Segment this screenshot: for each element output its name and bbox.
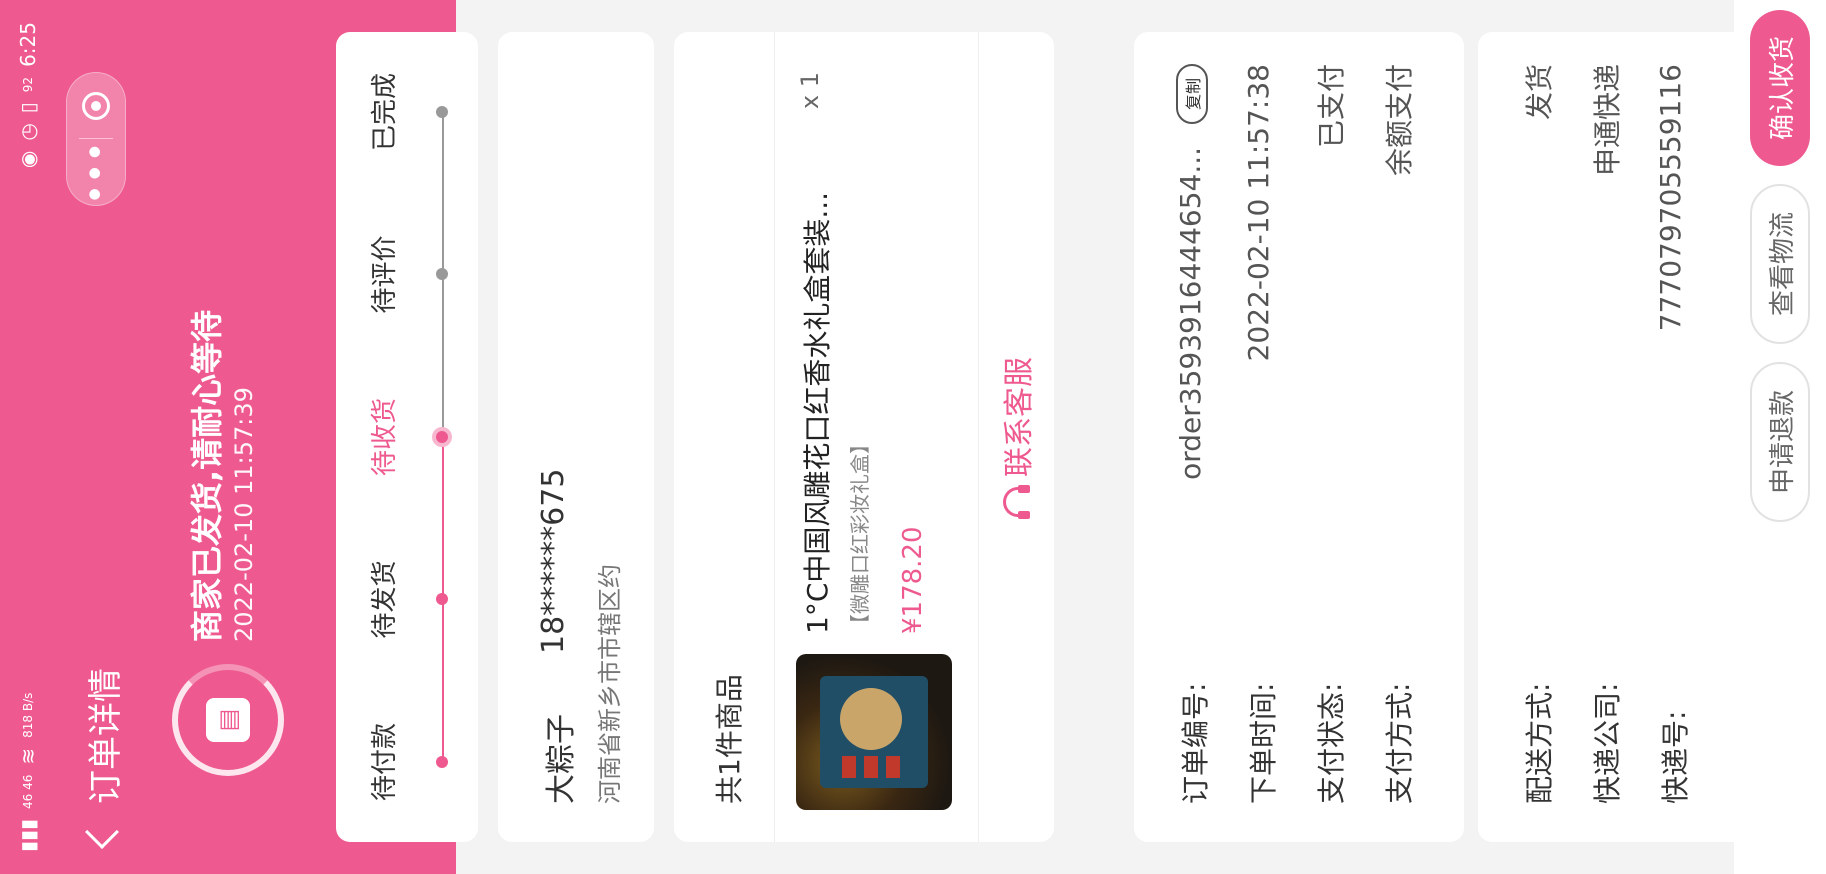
tracking-number-row: 快递号: 777079705559116 — [1654, 64, 1694, 804]
courier-company-value: 申通快递 — [1591, 64, 1624, 177]
clock-time: 6:25 — [16, 22, 40, 67]
order-status-time: 2022-02-10 11:57:39 — [230, 387, 258, 642]
order-info-card: 订单编号: order359391644465​4... 复制 下单时间: 20… — [1134, 32, 1464, 842]
order-number-value-wrap: order359391644465​4... 复制 — [1174, 64, 1208, 480]
vibrate-icon: ▯ — [16, 102, 40, 114]
wifi-icon: ≋ — [16, 747, 40, 765]
order-time-row: 下单时间: 2022-02-10 11:57:38 — [1242, 64, 1282, 804]
order-number-value: order359391644465​4... — [1174, 146, 1207, 480]
order-progress: 待付款 待发货 待收货 待评价 已完成 — [336, 32, 478, 842]
product-price: ¥178.20 — [898, 526, 928, 634]
delivery-method-label: 配送方式: — [1523, 682, 1556, 804]
pay-status-row: 支付状态: 已支付 — [1310, 64, 1350, 804]
goods-card: 共1件商品 1°C中国风雕花口红香水礼盒套装... x 1 【微雕口红彩妆礼盒】… — [674, 32, 1054, 842]
eye-icon: ◉ — [16, 150, 40, 169]
progress-step-dot — [436, 756, 448, 768]
product-spec: 【微雕口红彩妆礼盒】 — [848, 434, 872, 634]
goods-count: 共1件商品 — [713, 674, 746, 804]
progress-step-label: 待付款 — [370, 723, 400, 802]
receiver-name: 大粽子 — [544, 714, 579, 804]
chevron-left-icon[interactable] — [85, 815, 119, 849]
progress-line — [442, 437, 444, 600]
signal-icon: ▮▮▮ — [16, 818, 40, 852]
courier-company-label: 快递公司: — [1591, 682, 1624, 804]
battery-level: 92 — [21, 76, 35, 93]
contact-service-label: 联系客服 — [1002, 357, 1037, 477]
speed-label: 818 B/s — [21, 692, 35, 738]
lipstick-1 — [842, 756, 856, 778]
order-status-text: 商家已发货,请耐心等待 — [188, 309, 226, 642]
headset-icon — [1003, 487, 1029, 517]
pay-status-value: 已支付 — [1315, 64, 1348, 149]
status-bar: ▮▮▮ 46 46 ≋ 818 B/s ◉ ◷ ▯ 92 6:25 — [0, 0, 56, 874]
pay-method-label: 支付方式: — [1383, 682, 1416, 804]
bottom-action-bar: 申请退款 查看物流 确认收货 — [1734, 0, 1826, 874]
address-card: 大粽子 18******675 河南省新乡市市辖区约 — [498, 32, 654, 842]
mini-program-capsule: ••• — [66, 72, 126, 206]
product-qty: x 1 — [796, 72, 824, 110]
order-number-label: 订单编号: — [1179, 682, 1212, 804]
target-close-icon[interactable] — [67, 73, 125, 139]
progress-step-dot — [436, 593, 448, 606]
progress-step-label: 待评价 — [370, 235, 400, 314]
progress-line — [442, 112, 444, 275]
progress-step-dot — [436, 106, 448, 118]
progress-step-label: 待发货 — [370, 560, 400, 639]
receiver-phone: 18******675 — [536, 468, 571, 654]
progress-line — [442, 599, 444, 762]
divider — [774, 32, 775, 842]
pay-status-label: 支付状态: — [1315, 682, 1348, 804]
courier-company-row: 快递公司: 申通快递 — [1586, 64, 1626, 804]
lipstick-3 — [886, 756, 900, 778]
fan-decoration — [840, 688, 902, 750]
product-name[interactable]: 1°C中国风雕花口红香水礼盒套装... — [796, 114, 836, 634]
apply-refund-button[interactable]: 申请退款 — [1750, 362, 1810, 523]
more-dots-icon[interactable]: ••• — [67, 140, 125, 206]
contact-service-button[interactable]: 联系客服 — [978, 32, 1054, 842]
delivery-method-row: 配送方式: 发货 — [1518, 64, 1558, 804]
order-time-label: 下单时间: — [1247, 682, 1280, 804]
tracking-number-value: 777079705559116 — [1654, 64, 1687, 332]
tracking-number-label: 快递号: — [1659, 710, 1692, 804]
progress-step-label: 待收货 — [370, 398, 400, 477]
receipt-icon: ▤ — [206, 698, 250, 742]
progress-step-dot — [432, 427, 452, 447]
order-time-value: 2022-02-10 11:57:38 — [1242, 64, 1275, 362]
alarm-icon: ◷ — [16, 123, 40, 141]
network-label: 46 46 — [21, 774, 35, 809]
page-title: 订单详情 — [86, 668, 126, 804]
progress-step-dot — [436, 268, 448, 281]
confirm-receipt-button[interactable]: 确认收货 — [1750, 10, 1810, 167]
shipping-card: 配送方式: 发货 快递公司: 申通快递 快递号: 777079705559116 — [1478, 32, 1748, 842]
order-number-row: 订单编号: order359391644465​4... 复制 — [1174, 64, 1214, 804]
progress-step-label: 已完成 — [370, 73, 400, 152]
phone-screen: ▮▮▮ 46 46 ≋ 818 B/s ◉ ◷ ▯ 92 6:25 订单详情 •… — [0, 0, 1826, 874]
view-logistics-button[interactable]: 查看物流 — [1750, 184, 1810, 345]
product-image[interactable] — [796, 654, 952, 810]
copy-button[interactable]: 复制 — [1176, 64, 1208, 125]
delivery-method-value: 发货 — [1523, 64, 1556, 121]
pay-method-value: 余额支付 — [1383, 64, 1416, 177]
capsule-divider — [79, 138, 113, 140]
lipstick-2 — [864, 756, 878, 778]
receiver-address: 河南省新乡市市辖区约 — [596, 564, 624, 804]
progress-line — [442, 274, 444, 437]
pay-method-row: 支付方式: 余额支付 — [1378, 64, 1418, 804]
